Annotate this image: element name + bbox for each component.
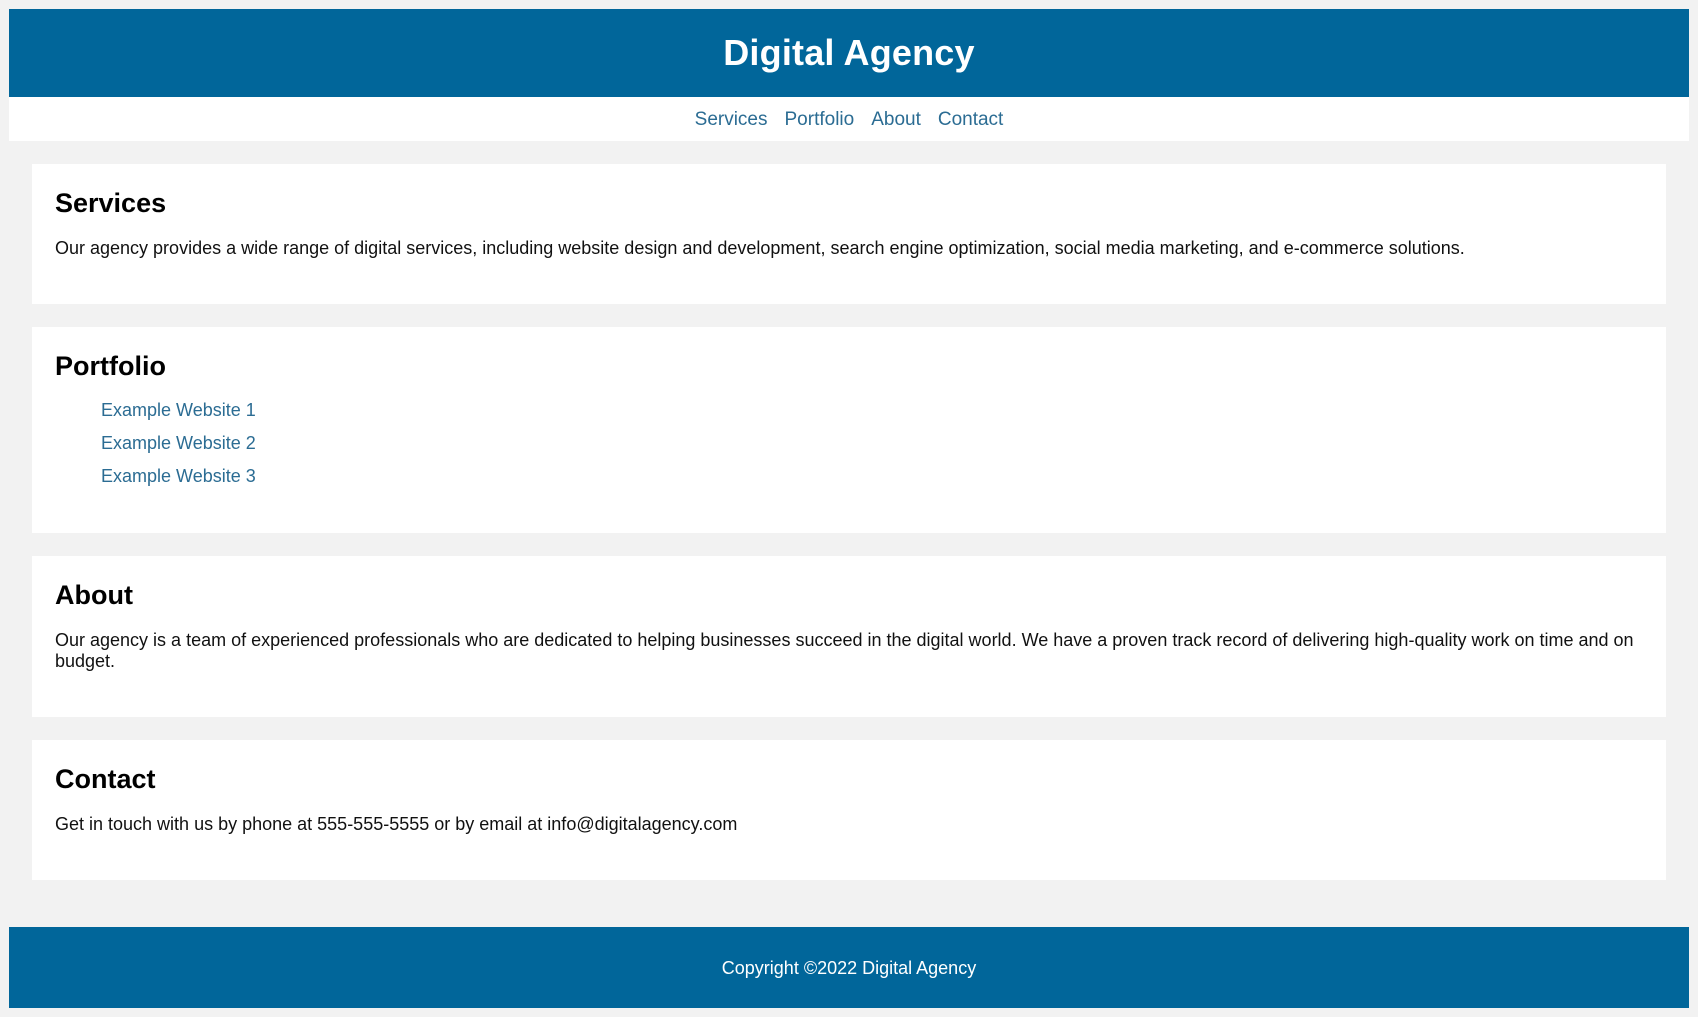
portfolio-link-3[interactable]: Example Website 3 [101,466,256,486]
services-heading: Services [55,188,167,218]
nav-link-services[interactable]: Services [695,110,768,129]
about-heading: About [55,580,133,610]
copyright-text: Copyright ©2022 Digital Agency [721,957,977,978]
contact-heading: Contact [55,764,156,794]
portfolio-link-1[interactable]: Example Website 1 [101,400,256,420]
portfolio-section: Portfolio Example Website 1 Example Webs… [32,327,1666,533]
nav-link-contact[interactable]: Contact [938,110,1003,129]
services-description: Our agency provides a wide range of digi… [55,238,1465,259]
main-nav: Services Portfolio About Contact [9,97,1689,141]
about-description: Our agency is a team of experienced prof… [55,630,1634,672]
services-section: Services Our agency provides a wide rang… [32,164,1666,304]
portfolio-list: Example Website 1 Example Website 2 Exam… [55,400,1643,499]
portfolio-item: Example Website 2 [101,433,1643,466]
portfolio-item: Example Website 3 [101,466,1643,499]
portfolio-item: Example Website 1 [101,400,1643,433]
contact-section: Contact Get in touch with us by phone at… [32,740,1666,880]
main-content: Services Our agency provides a wide rang… [9,141,1689,880]
page: Digital Agency Services Portfolio About … [9,9,1689,1008]
contact-description: Get in touch with us by phone at 555-555… [55,814,738,835]
site-footer: Copyright ©2022 Digital Agency [9,927,1689,1008]
portfolio-link-2[interactable]: Example Website 2 [101,433,256,453]
site-header: Digital Agency [9,9,1689,97]
about-section: About Our agency is a team of experience… [32,556,1666,717]
nav-link-about[interactable]: About [871,110,921,129]
site-title: Digital Agency [723,32,975,73]
portfolio-heading: Portfolio [55,351,166,381]
nav-link-portfolio[interactable]: Portfolio [785,110,855,129]
